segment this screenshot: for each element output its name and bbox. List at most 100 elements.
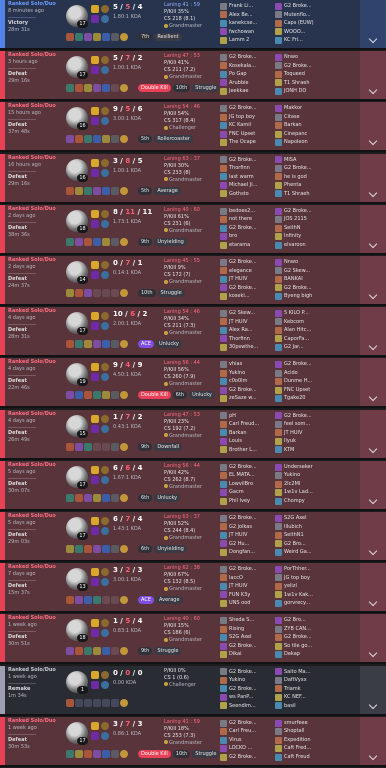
player-entry[interactable]: JG top boy: [275, 574, 330, 583]
player-name[interactable]: Alan Hitc...: [284, 326, 311, 335]
trinket-icon[interactable]: [120, 33, 128, 41]
player-name[interactable]: So tile go...: [284, 642, 312, 651]
player-name[interactable]: Yukino: [229, 369, 245, 378]
item-icon[interactable]: [111, 493, 119, 502]
player-entry[interactable]: yelizl: [275, 582, 330, 591]
item-icon[interactable]: [84, 442, 92, 451]
trinket-icon[interactable]: [120, 698, 128, 707]
player-entry[interactable]: Phil Ivey: [220, 497, 275, 506]
player-entry[interactable]: etarama: [220, 241, 275, 250]
match-row[interactable]: Ranked Solo/Duo 7 days ago Defeat 15m 37s 13…: [0, 563, 386, 614]
player-entry[interactable]: kanekcse...: [220, 19, 275, 28]
player-name[interactable]: Sheda S...: [229, 616, 254, 625]
item-icon[interactable]: [93, 186, 101, 195]
player-entry[interactable]: G2 Broke...: [275, 284, 330, 293]
player-entry[interactable]: Byeng bigh: [275, 292, 330, 301]
player-name[interactable]: gorvrecy...: [284, 599, 310, 608]
item-icon[interactable]: [66, 493, 74, 502]
item-icon[interactable]: [93, 237, 101, 246]
player-name[interactable]: JT HUIV: [284, 429, 302, 438]
player-name[interactable]: bro: [229, 232, 237, 241]
player-name[interactable]: elvaroon: [284, 241, 306, 250]
player-entry[interactable]: Dekap: [275, 650, 330, 659]
player-name[interactable]: LowvilBro: [229, 480, 253, 489]
match-row[interactable]: Ranked Solo/Duo 3 hours ago Defeat 29m 16s 1…: [0, 51, 386, 102]
player-name[interactable]: Shoptall: [284, 727, 304, 736]
player-entry[interactable]: G2 Broke...: [220, 685, 275, 694]
player-name[interactable]: ZYB CAN...: [284, 625, 311, 634]
player-entry[interactable]: G2 Broke...: [220, 719, 275, 728]
item-icon[interactable]: [75, 442, 83, 451]
player-name[interactable]: G2 Broke...: [229, 386, 257, 395]
player-entry[interactable]: Ilyuk: [275, 437, 330, 446]
player-name[interactable]: c0o0lm: [229, 377, 247, 386]
player-entry[interactable]: 1w1v Lad...: [275, 488, 330, 497]
player-name[interactable]: BANKAI: [284, 275, 303, 284]
player-entry[interactable]: bedoes2...: [220, 207, 275, 216]
player-name[interactable]: G2 Broke...: [229, 685, 257, 694]
player-entry[interactable]: smurfeee: [275, 719, 330, 728]
player-name[interactable]: JT HUIV: [229, 275, 247, 284]
item-icon[interactable]: [111, 545, 119, 553]
match-row[interactable]: Ranked Solo/Duo 1 week ago Remake 1m 34s 1 0 …: [0, 665, 386, 716]
player-name[interactable]: G2 Broke...: [229, 565, 257, 574]
player-entry[interactable]: Alex Be...: [220, 11, 275, 20]
item-icon[interactable]: [66, 33, 74, 41]
player-entry[interactable]: UNS ood: [220, 599, 275, 608]
player-entry[interactable]: 30pswthe...: [220, 343, 275, 352]
item-icon[interactable]: [93, 33, 101, 41]
player-entry[interactable]: G2 Broke...: [220, 156, 275, 165]
item-icon[interactable]: [84, 391, 92, 400]
player-entry[interactable]: JG top boy: [220, 113, 275, 122]
player-name[interactable]: Saito Ma...: [284, 668, 310, 677]
player-entry[interactable]: G2 Broke...: [220, 284, 275, 293]
player-name[interactable]: Barkan: [284, 121, 302, 130]
expand-match-button[interactable]: [360, 460, 386, 509]
item-icon[interactable]: [102, 340, 110, 349]
player-entry[interactable]: G2 Broke...: [275, 62, 330, 71]
player-name[interactable]: Caps (EUW): [284, 19, 314, 28]
player-name[interactable]: etarama: [229, 241, 250, 250]
item-icon[interactable]: [75, 135, 83, 144]
player-entry[interactable]: Kosekala...: [220, 62, 275, 71]
player-name[interactable]: vhias: [229, 360, 242, 369]
item-icon[interactable]: [102, 749, 110, 758]
item-icon[interactable]: [66, 237, 74, 246]
player-entry[interactable]: koseki...: [220, 292, 275, 301]
player-entry[interactable]: G2 jolkas: [220, 523, 275, 532]
player-entry[interactable]: WOOO...: [275, 28, 330, 37]
player-name[interactable]: JG top boy: [229, 113, 255, 122]
player-entry[interactable]: LowvilBro: [220, 480, 275, 489]
player-entry[interactable]: Phenta: [275, 181, 330, 190]
player-name[interactable]: zeSaze w...: [229, 394, 257, 403]
player-entry[interactable]: CaporFa...: [275, 335, 330, 344]
player-name[interactable]: Cinepanc: [284, 130, 307, 139]
player-name[interactable]: Toqueed: [284, 70, 305, 79]
player-entry[interactable]: Po Gap: [220, 70, 275, 79]
player-entry[interactable]: G2 Broke...: [275, 164, 330, 173]
player-entry[interactable]: KC NEF...: [275, 693, 330, 702]
player-name[interactable]: JG top boy: [284, 574, 310, 583]
player-name[interactable]: Louis: [229, 437, 242, 446]
player-entry[interactable]: G2 Hu...: [220, 540, 275, 549]
player-name[interactable]: Lamm 2: [229, 36, 249, 45]
player-name[interactable]: Tgake20: [284, 394, 305, 403]
player-name[interactable]: Yukino: [229, 676, 245, 685]
item-icon[interactable]: [93, 391, 101, 400]
expand-match-button[interactable]: [360, 512, 386, 560]
player-entry[interactable]: ZYB CAN...: [275, 625, 330, 634]
player-name[interactable]: PorThher...: [284, 565, 311, 574]
player-name[interactable]: MISA: [284, 156, 296, 165]
player-entry[interactable]: Michael Ji...: [220, 181, 275, 190]
player-entry[interactable]: The Ocape: [220, 138, 275, 147]
player-entry[interactable]: Frank Li...: [220, 2, 275, 11]
item-icon[interactable]: [111, 135, 119, 144]
item-icon[interactable]: [102, 186, 110, 195]
player-entry[interactable]: Citase: [275, 113, 330, 122]
player-name[interactable]: G2 Hu...: [229, 540, 249, 549]
player-entry[interactable]: Carl Freud...: [220, 420, 275, 429]
player-entry[interactable]: Yukino: [220, 676, 275, 685]
item-icon[interactable]: [84, 289, 92, 297]
player-name[interactable]: Weird Ga...: [284, 548, 312, 557]
expand-match-button[interactable]: [360, 409, 386, 458]
